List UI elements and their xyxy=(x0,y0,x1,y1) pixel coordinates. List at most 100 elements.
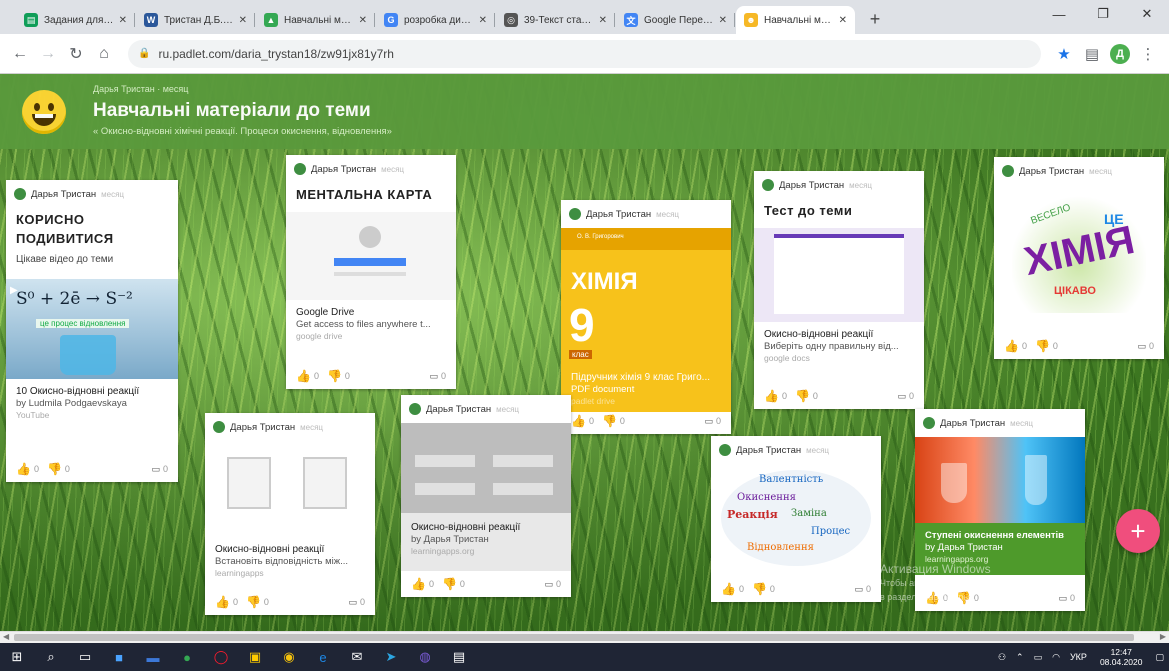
comment-button[interactable]: ▭ 0 xyxy=(1058,593,1075,604)
like-button[interactable]: 👍 0 xyxy=(16,462,39,476)
scrollbar-thumb[interactable] xyxy=(14,634,1134,641)
close-icon[interactable]: ✕ xyxy=(839,15,847,26)
new-tab-button[interactable]: + xyxy=(862,6,888,32)
store-app-icon[interactable]: ▣ xyxy=(238,643,272,671)
link-title[interactable]: Окисно-відновні реакції xyxy=(401,521,571,534)
like-button[interactable]: 👍 0 xyxy=(721,582,744,596)
link-title[interactable]: 10 Окисно-відновні реакції xyxy=(6,385,178,398)
post-card[interactable]: Дарья Тристан месяц КОРИСНО ПОДИВИТИСЯ Цік… xyxy=(6,180,178,482)
viber-app-icon[interactable]: ◍ xyxy=(408,643,442,671)
comment-button[interactable]: ▭ 0 xyxy=(704,416,721,427)
mail-app-icon[interactable]: ✉ xyxy=(340,643,374,671)
close-icon[interactable]: ✕ xyxy=(119,15,127,26)
link-preview-image[interactable] xyxy=(205,447,375,543)
like-button[interactable]: 👍 0 xyxy=(764,389,787,403)
post-card[interactable]: Дарья Тристан месяц Тест до теми Окисно-в… xyxy=(754,171,924,409)
video-thumbnail[interactable]: S⁰ + 2ē → S⁻² це процес відновлення ▶ xyxy=(6,279,178,379)
dislike-button[interactable]: 👎 0 xyxy=(246,595,269,609)
menu-icon[interactable]: ⋮ xyxy=(1135,41,1161,67)
dislike-button[interactable]: 👎 0 xyxy=(795,389,818,403)
dislike-button[interactable]: 👎 0 xyxy=(442,577,465,591)
post-card[interactable]: Дарья Тристан месяц О. В. Григорович ХІМІ… xyxy=(561,200,731,434)
link-preview-image[interactable] xyxy=(915,437,1085,523)
chrome-app-icon-2[interactable]: ◉ xyxy=(272,643,306,671)
forward-icon[interactable]: → xyxy=(36,42,60,66)
chrome-app-icon[interactable]: ● xyxy=(170,643,204,671)
chevron-up-icon[interactable]: ⌃ xyxy=(1016,652,1024,663)
close-window-icon[interactable]: ✕ xyxy=(1125,0,1169,28)
edge-app-icon[interactable]: e xyxy=(306,643,340,671)
comment-button[interactable]: ▭ 0 xyxy=(544,579,561,590)
play-icon[interactable]: ▶ xyxy=(10,285,18,296)
battery-icon[interactable]: ▭ xyxy=(1034,652,1043,663)
reading-list-icon[interactable]: ▤ xyxy=(1079,41,1105,67)
close-icon[interactable]: ✕ xyxy=(239,15,247,26)
post-card[interactable]: Дарья Тристан месяц Окисно-відновні реакц… xyxy=(401,395,571,597)
browser-tab[interactable]: W Тристан Д.Б. тео ✕ xyxy=(136,6,255,34)
browser-tab[interactable]: ◎ 39-Текст статті-1 ✕ xyxy=(496,6,615,34)
like-button[interactable]: 👍 0 xyxy=(571,414,594,428)
like-button[interactable]: 👍 0 xyxy=(411,577,434,591)
link-preview-image[interactable] xyxy=(286,212,456,300)
close-icon[interactable]: ✕ xyxy=(479,15,487,26)
link-title[interactable]: Google Drive xyxy=(286,306,456,319)
browser-tab-active[interactable]: ☻ Навчальні матер ✕ xyxy=(736,6,855,34)
task-view-icon[interactable]: ▭ xyxy=(68,643,102,671)
profile-avatar[interactable]: Д xyxy=(1107,41,1133,67)
comment-button[interactable]: ▭ 0 xyxy=(1137,341,1154,352)
browser-tab[interactable]: Gрозробка дидакт ✕ xyxy=(376,6,495,34)
word-cloud-image[interactable]: ХІМІЯ ЦЕ ВЕСЕЛО ЦІКАВО xyxy=(994,185,1164,325)
link-preview-image[interactable] xyxy=(401,423,571,513)
word-app-icon[interactable]: ■ xyxy=(102,643,136,671)
comment-button[interactable]: ▭ 0 xyxy=(151,464,168,475)
dislike-button[interactable]: 👎 0 xyxy=(327,369,350,383)
browser-tab[interactable]: ▤ Задания для курс ✕ xyxy=(16,6,135,34)
minimize-icon[interactable]: — xyxy=(1037,0,1081,28)
notes-app-icon[interactable]: ▤ xyxy=(442,643,476,671)
comment-button[interactable]: ▭ 0 xyxy=(854,584,871,595)
browser-tab[interactable]: 文 Google Перевод ✕ xyxy=(616,6,735,34)
opera-app-icon[interactable]: ◯ xyxy=(204,643,238,671)
dislike-button[interactable]: 👎 0 xyxy=(602,414,625,428)
reload-icon[interactable]: ↻ xyxy=(64,42,88,66)
post-card[interactable]: Дарья Тристан месяц ХІМІЯ ЦЕ ВЕСЕЛО ЦІКАВ… xyxy=(994,157,1164,359)
scroll-left-icon[interactable]: ◀ xyxy=(3,632,9,641)
like-button[interactable]: 👍 0 xyxy=(215,595,238,609)
close-icon[interactable]: ✕ xyxy=(719,15,727,26)
link-title[interactable]: Окисно-відновні реакції xyxy=(205,543,375,556)
horizontal-scrollbar[interactable]: ◀ ▶ xyxy=(0,631,1169,643)
link-title[interactable]: Ступені окиснення елементів xyxy=(915,529,1085,542)
people-icon[interactable]: ⚇ xyxy=(998,652,1006,663)
language-indicator[interactable]: УКР xyxy=(1070,652,1087,662)
comment-button[interactable]: ▭ 0 xyxy=(348,597,365,608)
close-icon[interactable]: ✕ xyxy=(359,15,367,26)
clock[interactable]: 12:47 08.04.2020 xyxy=(1100,647,1143,667)
maximize-icon[interactable]: ❐ xyxy=(1081,0,1125,28)
browser-tab[interactable]: ▲ Навчальні матер ✕ xyxy=(256,6,375,34)
dislike-button[interactable]: 👎 0 xyxy=(47,462,70,476)
link-title[interactable]: Окисно-відновні реакції xyxy=(754,328,924,341)
bookmark-star-icon[interactable]: ★ xyxy=(1051,41,1077,67)
scroll-right-icon[interactable]: ▶ xyxy=(1160,632,1166,641)
explorer-app-icon[interactable]: ▬ xyxy=(136,643,170,671)
dislike-button[interactable]: 👎 0 xyxy=(752,582,775,596)
notifications-icon[interactable]: ▢ xyxy=(1155,652,1164,663)
post-card[interactable]: Дарья Тристан месяц МЕНТАЛЬНА КАРТА Googl… xyxy=(286,155,456,389)
telegram-app-icon[interactable]: ➤ xyxy=(374,643,408,671)
link-title[interactable]: Підручник хімія 9 клас Григо... xyxy=(561,371,731,384)
home-icon[interactable]: ⌂ xyxy=(92,42,116,66)
windows-start-icon[interactable]: ⊞ xyxy=(0,643,34,671)
wifi-icon[interactable]: ◠ xyxy=(1052,652,1060,663)
link-preview-image[interactable] xyxy=(754,228,924,322)
dislike-button[interactable]: 👎 0 xyxy=(1035,339,1058,353)
like-button[interactable]: 👍 0 xyxy=(1004,339,1027,353)
comment-button[interactable]: ▭ 0 xyxy=(897,391,914,402)
add-post-button[interactable]: + xyxy=(1116,509,1160,553)
close-icon[interactable]: ✕ xyxy=(599,15,607,26)
post-card[interactable]: Дарья Тристан месяц Окисно-відновні реакц… xyxy=(205,413,375,615)
like-button[interactable]: 👍 0 xyxy=(296,369,319,383)
word-cloud-image[interactable]: Валентність Окиснення Реакція Заміна Про… xyxy=(711,464,881,572)
post-card[interactable]: Дарья Тристан месяц Валентність Окиснення… xyxy=(711,436,881,602)
search-icon[interactable]: ⌕ xyxy=(34,643,68,671)
address-bar[interactable]: 🔒 ru.padlet.com/daria_trystan18/zw91jx81… xyxy=(128,39,1041,68)
